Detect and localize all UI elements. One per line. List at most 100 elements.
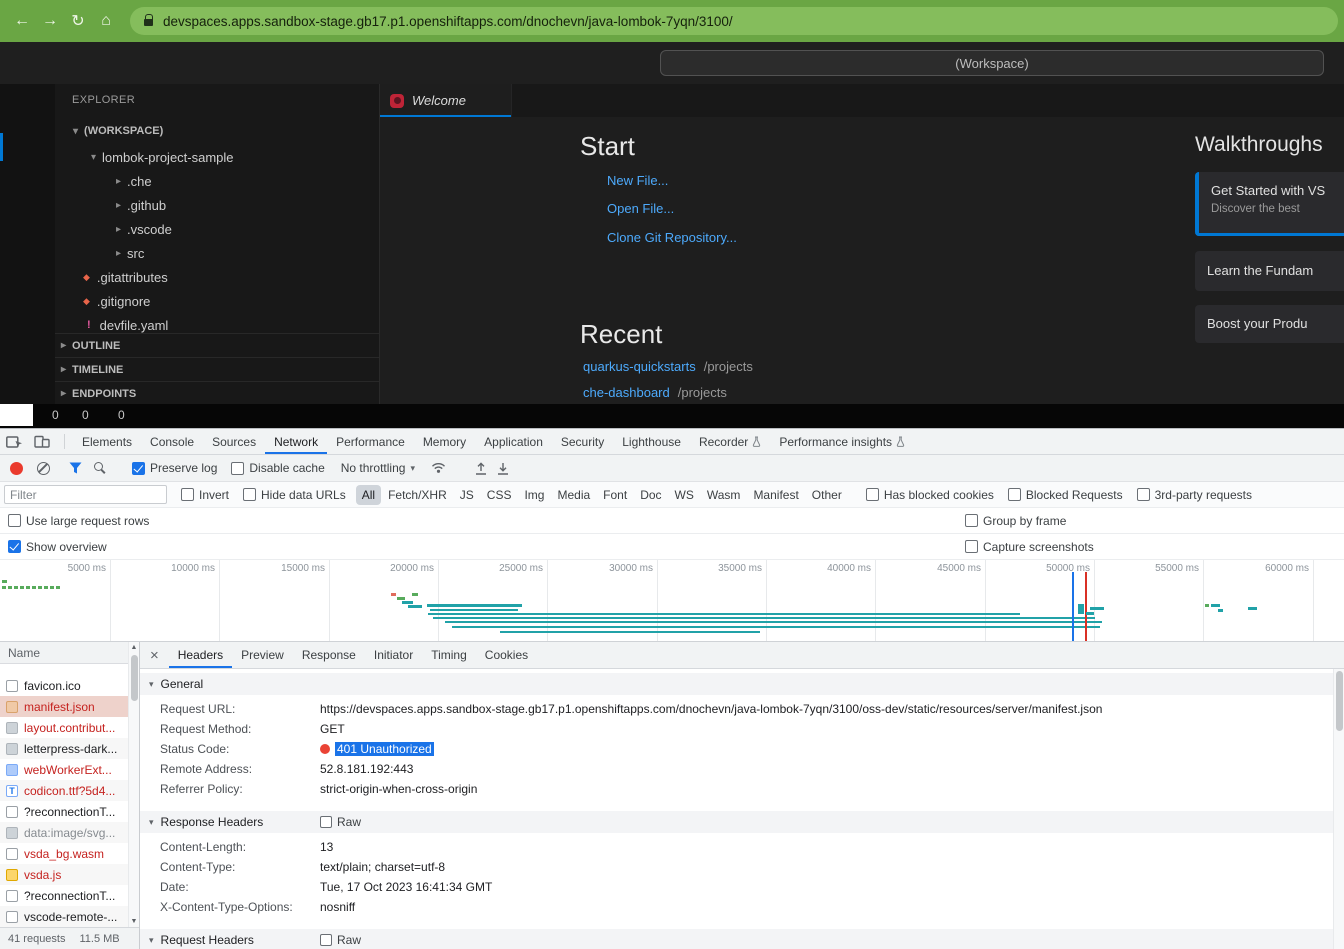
close-details-button[interactable]: × <box>140 642 169 668</box>
reload-icon[interactable]: ↻ <box>64 11 92 31</box>
throttling-dropdown[interactable]: No throttling ▾ <box>341 461 415 475</box>
tab-performance-insights[interactable]: Performance insights <box>770 429 914 454</box>
request-row[interactable]: data:image/svg... <box>0 822 128 843</box>
tab-lighthouse[interactable]: Lighthouse <box>613 429 690 454</box>
walkthrough-card-fundamentals[interactable]: Learn the Fundam <box>1195 251 1344 291</box>
scroll-up-icon[interactable]: ▲ <box>129 644 139 651</box>
device-toolbar-icon[interactable] <box>28 429 56 454</box>
clone-repo-link[interactable]: Clone Git Repository... <box>607 230 737 245</box>
third-party-requests-checkbox[interactable]: 3rd-party requests <box>1136 488 1252 502</box>
home-icon[interactable]: ⌂ <box>92 12 120 30</box>
filter-chip-doc[interactable]: Doc <box>634 485 667 505</box>
recent-item[interactable]: quarkus-quickstarts/projects <box>583 359 753 374</box>
walkthrough-card-get-started[interactable]: Get Started with VS Discover the best <box>1195 172 1344 236</box>
request-row[interactable]: vsda_bg.wasm <box>0 843 128 864</box>
raw-toggle[interactable]: Raw <box>320 815 361 829</box>
group-by-frame-checkbox[interactable]: Group by frame <box>965 514 1066 528</box>
filter-chip-ws[interactable]: WS <box>669 485 700 505</box>
clear-icon[interactable] <box>37 461 50 475</box>
tab-sources[interactable]: Sources <box>203 429 265 454</box>
capture-screenshots-checkbox[interactable]: Capture screenshots <box>965 540 1094 554</box>
request-row[interactable]: letterpress-dark... <box>0 738 128 759</box>
filter-input[interactable] <box>4 485 167 504</box>
sidebar-panel-outline[interactable]: ▸ OUTLINE <box>55 333 379 357</box>
general-section-header[interactable]: ▾ General <box>140 673 1333 695</box>
scroll-down-icon[interactable]: ▼ <box>129 918 139 925</box>
response-headers-section-header[interactable]: ▾ Response Headers Raw <box>140 811 1333 833</box>
tree-item-folder-github[interactable]: ▸ .github <box>116 194 166 216</box>
request-row[interactable]: webWorkerExt... <box>0 759 128 780</box>
activity-bar[interactable] <box>0 84 55 404</box>
tab-application[interactable]: Application <box>475 429 552 454</box>
filter-chip-wasm[interactable]: Wasm <box>701 485 747 505</box>
status-count[interactable]: 0 <box>52 408 59 422</box>
request-row-selected[interactable]: manifest.json <box>0 696 128 717</box>
tree-item-file-gitattributes[interactable]: ◆ .gitattributes <box>83 266 168 288</box>
status-count[interactable]: 0 <box>82 408 89 422</box>
tree-item-file-gitignore[interactable]: ◆ .gitignore <box>83 290 150 312</box>
request-list-scrollbar[interactable]: ▲ ▼ <box>128 642 139 927</box>
tab-elements[interactable]: Elements <box>73 429 141 454</box>
tab-security[interactable]: Security <box>552 429 613 454</box>
disable-cache-checkbox[interactable]: Disable cache <box>231 461 325 475</box>
invert-checkbox[interactable]: Invert <box>181 488 229 502</box>
tab-memory[interactable]: Memory <box>414 429 475 454</box>
blocked-requests-checkbox[interactable]: Blocked Requests <box>1007 488 1123 502</box>
address-bar[interactable]: devspaces.apps.sandbox-stage.gb17.p1.ope… <box>130 7 1338 35</box>
filter-chip-css[interactable]: CSS <box>481 485 518 505</box>
filter-chip-fetch-xhr[interactable]: Fetch/XHR <box>382 485 453 505</box>
tree-root-workspace[interactable]: ▾ (WORKSPACE) <box>73 120 163 142</box>
show-overview-checkbox[interactable]: Show overview <box>8 540 107 554</box>
request-row[interactable]: layout.contribut... <box>0 717 128 738</box>
details-scrollbar[interactable] <box>1333 669 1344 949</box>
request-row[interactable]: ?reconnectionT... <box>0 801 128 822</box>
request-row[interactable]: Tcodicon.ttf?5d4... <box>0 780 128 801</box>
export-har-icon[interactable] <box>492 462 514 475</box>
request-row[interactable]: ?reconnectionT... <box>0 885 128 906</box>
network-conditions-icon[interactable] <box>425 462 453 474</box>
filter-chip-img[interactable]: Img <box>518 485 550 505</box>
tab-performance[interactable]: Performance <box>327 429 414 454</box>
sidebar-panel-timeline[interactable]: ▸ TIMELINE <box>55 357 379 381</box>
raw-toggle[interactable]: Raw <box>320 933 361 947</box>
status-count[interactable]: 0 <box>118 408 125 422</box>
details-tab-cookies[interactable]: Cookies <box>476 642 537 668</box>
command-center[interactable]: (Workspace) <box>660 50 1324 76</box>
tree-item-project[interactable]: ▾ lombok-project-sample <box>91 146 234 168</box>
inspect-element-icon[interactable] <box>0 429 28 454</box>
hide-data-urls-checkbox[interactable]: Hide data URLs <box>243 488 346 502</box>
preserve-log-checkbox[interactable]: Preserve log <box>132 461 217 475</box>
record-button[interactable] <box>10 461 23 475</box>
request-headers-section-header[interactable]: ▾ Request Headers Raw <box>140 929 1333 949</box>
search-icon[interactable] <box>94 461 103 471</box>
forward-icon[interactable]: → <box>36 12 64 30</box>
back-icon[interactable]: ← <box>8 12 36 30</box>
tab-console[interactable]: Console <box>141 429 203 454</box>
tab-welcome[interactable]: Welcome <box>380 84 512 117</box>
filter-chip-js[interactable]: JS <box>454 485 480 505</box>
filter-chip-media[interactable]: Media <box>551 485 596 505</box>
network-overview[interactable]: 5000 ms 10000 ms 15000 ms 20000 ms 25000… <box>0 560 1344 642</box>
new-file-link[interactable]: New File... <box>607 173 668 188</box>
request-row[interactable]: favicon.ico <box>0 675 128 696</box>
recent-item[interactable]: che-dashboard/projects <box>583 385 727 400</box>
import-har-icon[interactable] <box>470 461 492 475</box>
filter-chip-manifest[interactable]: Manifest <box>747 485 804 505</box>
filter-chip-all[interactable]: All <box>355 484 382 505</box>
tab-recorder[interactable]: Recorder <box>690 429 770 454</box>
filter-toggle-icon[interactable] <box>69 462 82 474</box>
request-row[interactable]: vsda.js <box>0 864 128 885</box>
has-blocked-cookies-checkbox[interactable]: Has blocked cookies <box>865 488 994 502</box>
scrollbar-thumb[interactable] <box>131 655 138 701</box>
walkthrough-card-productivity[interactable]: Boost your Produ <box>1195 305 1344 343</box>
tree-item-folder-src[interactable]: ▸ src <box>116 242 144 264</box>
details-tab-initiator[interactable]: Initiator <box>365 642 422 668</box>
name-column-header[interactable]: Name <box>0 642 139 664</box>
tree-item-folder-che[interactable]: ▸ .che <box>116 170 152 192</box>
large-request-rows-checkbox[interactable]: Use large request rows <box>8 514 149 528</box>
tab-network[interactable]: Network <box>265 429 327 454</box>
details-tab-response[interactable]: Response <box>293 642 365 668</box>
open-file-link[interactable]: Open File... <box>607 201 674 216</box>
request-row[interactable]: vscode-remote-... <box>0 906 128 927</box>
details-tab-preview[interactable]: Preview <box>232 642 293 668</box>
